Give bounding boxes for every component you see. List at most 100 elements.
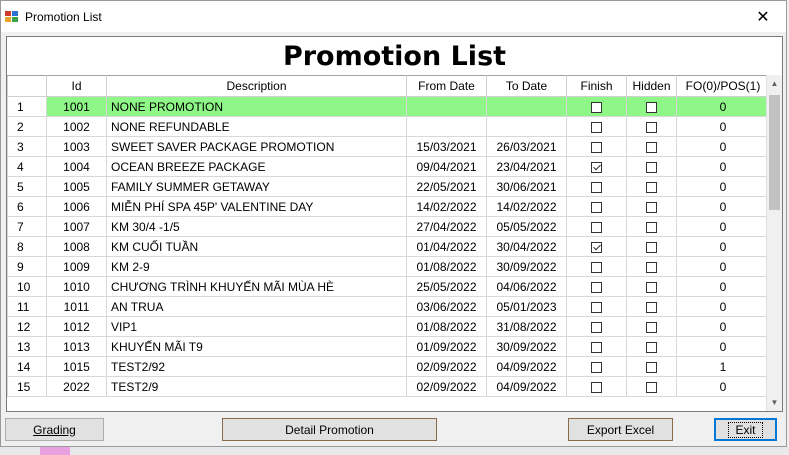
- cell-from-date[interactable]: [406, 116, 487, 137]
- table-row[interactable]: 14 1015 TEST2/92 02/09/2022 04/09/2022 1: [7, 356, 769, 377]
- table-row[interactable]: 1 1001 NONE PROMOTION 0: [7, 96, 769, 117]
- exit-button[interactable]: Exit: [714, 418, 777, 441]
- cell-description[interactable]: KM 2-9: [106, 256, 407, 277]
- row-number[interactable]: 7: [7, 216, 47, 237]
- cell-fo-pos[interactable]: 0: [676, 276, 769, 297]
- cell-to-date[interactable]: 04/09/2022: [486, 376, 567, 397]
- row-number[interactable]: 5: [7, 176, 47, 197]
- finish-checkbox[interactable]: [591, 261, 602, 273]
- hidden-checkbox[interactable]: [646, 201, 657, 213]
- cell-to-date[interactable]: [486, 116, 567, 137]
- finish-checkbox[interactable]: [591, 381, 602, 393]
- table-row[interactable]: 13 1013 KHUYẾN MÃI T9 01/09/2022 30/09/2022 0: [7, 336, 769, 357]
- cell-description[interactable]: KM 30/4 -1/5: [106, 216, 407, 237]
- table-row[interactable]: 6 1006 MIỄN PHÍ SPA 45P' VALENTINE DAY 14/0…: [7, 196, 769, 217]
- cell-from-date[interactable]: 09/04/2021: [406, 156, 487, 177]
- scroll-up-icon[interactable]: ▲: [767, 75, 782, 92]
- cell-to-date[interactable]: 23/04/2021: [486, 156, 567, 177]
- cell-id[interactable]: 1010: [46, 276, 107, 297]
- cell-fo-pos[interactable]: 1: [676, 356, 769, 377]
- close-icon[interactable]: ✕: [740, 1, 786, 32]
- cell-description[interactable]: SWEET SAVER PACKAGE PROMOTION: [106, 136, 407, 157]
- scroll-down-icon[interactable]: ▼: [767, 394, 782, 411]
- row-number[interactable]: 8: [7, 236, 47, 257]
- cell-from-date[interactable]: 01/08/2022: [406, 256, 487, 277]
- cell-to-date[interactable]: 30/04/2022: [486, 236, 567, 257]
- cell-description[interactable]: AN TRUA: [106, 296, 407, 317]
- cell-fo-pos[interactable]: 0: [676, 116, 769, 137]
- finish-checkbox[interactable]: [591, 301, 602, 313]
- table-row[interactable]: 9 1009 KM 2-9 01/08/2022 30/09/2022 0: [7, 256, 769, 277]
- cell-description[interactable]: NONE PROMOTION: [106, 96, 407, 117]
- cell-id[interactable]: 1004: [46, 156, 107, 177]
- cell-description[interactable]: NONE REFUNDABLE: [106, 116, 407, 137]
- table-row[interactable]: 11 1011 AN TRUA 03/06/2022 05/01/2023 0: [7, 296, 769, 317]
- row-number[interactable]: 1: [7, 96, 47, 117]
- hidden-checkbox[interactable]: [646, 321, 657, 333]
- col-header-fo-pos[interactable]: FO(0)/POS(1): [676, 75, 769, 97]
- cell-description[interactable]: KHUYẾN MÃI T9: [106, 336, 407, 357]
- cell-id[interactable]: 1007: [46, 216, 107, 237]
- finish-checkbox[interactable]: [591, 221, 602, 233]
- cell-id[interactable]: 1001: [46, 96, 107, 117]
- table-row[interactable]: 3 1003 SWEET SAVER PACKAGE PROMOTION 15/03/…: [7, 136, 769, 157]
- cell-fo-pos[interactable]: 0: [676, 236, 769, 257]
- cell-from-date[interactable]: 01/09/2022: [406, 336, 487, 357]
- cell-from-date[interactable]: 15/03/2021: [406, 136, 487, 157]
- cell-fo-pos[interactable]: 0: [676, 256, 769, 277]
- cell-id[interactable]: 1015: [46, 356, 107, 377]
- hidden-checkbox[interactable]: [646, 241, 657, 253]
- row-number[interactable]: 4: [7, 156, 47, 177]
- cell-fo-pos[interactable]: 0: [676, 316, 769, 337]
- finish-checkbox[interactable]: [591, 161, 602, 173]
- cell-id[interactable]: 1002: [46, 116, 107, 137]
- finish-checkbox[interactable]: [591, 101, 602, 113]
- cell-from-date[interactable]: 01/04/2022: [406, 236, 487, 257]
- hidden-checkbox[interactable]: [646, 161, 657, 173]
- cell-description[interactable]: TEST2/92: [106, 356, 407, 377]
- cell-to-date[interactable]: 04/09/2022: [486, 356, 567, 377]
- cell-description[interactable]: TEST2/9: [106, 376, 407, 397]
- hidden-checkbox[interactable]: [646, 361, 657, 373]
- col-header-id[interactable]: Id: [46, 75, 107, 97]
- cell-id[interactable]: 1006: [46, 196, 107, 217]
- cell-to-date[interactable]: 04/06/2022: [486, 276, 567, 297]
- finish-checkbox[interactable]: [591, 341, 602, 353]
- export-excel-button[interactable]: Export Excel: [568, 418, 673, 441]
- cell-fo-pos[interactable]: 0: [676, 376, 769, 397]
- row-number[interactable]: 14: [7, 356, 47, 377]
- cell-to-date[interactable]: 05/05/2022: [486, 216, 567, 237]
- cell-from-date[interactable]: 14/02/2022: [406, 196, 487, 217]
- cell-to-date[interactable]: [486, 96, 567, 117]
- cell-from-date[interactable]: 02/09/2022: [406, 376, 487, 397]
- table-row[interactable]: 4 1004 OCEAN BREEZE PACKAGE 09/04/2021 23/04…: [7, 156, 769, 177]
- finish-checkbox[interactable]: [591, 281, 602, 293]
- cell-to-date[interactable]: 30/06/2021: [486, 176, 567, 197]
- cell-to-date[interactable]: 30/09/2022: [486, 256, 567, 277]
- hidden-checkbox[interactable]: [646, 141, 657, 153]
- hidden-checkbox[interactable]: [646, 381, 657, 393]
- cell-fo-pos[interactable]: 0: [676, 296, 769, 317]
- finish-checkbox[interactable]: [591, 181, 602, 193]
- hidden-checkbox[interactable]: [646, 281, 657, 293]
- cell-id[interactable]: 1008: [46, 236, 107, 257]
- cell-to-date[interactable]: 30/09/2022: [486, 336, 567, 357]
- table-row[interactable]: 8 1008 KM CUỐI TUẦN 01/04/2022 30/04/2022 0: [7, 236, 769, 257]
- hidden-checkbox[interactable]: [646, 101, 657, 113]
- table-row[interactable]: 12 1012 VIP1 01/08/2022 31/08/2022 0: [7, 316, 769, 337]
- row-number[interactable]: 11: [7, 296, 47, 317]
- row-number[interactable]: 9: [7, 256, 47, 277]
- cell-id[interactable]: 1012: [46, 316, 107, 337]
- cell-description[interactable]: MIỄN PHÍ SPA 45P' VALENTINE DAY: [106, 196, 407, 217]
- table-row[interactable]: 10 1010 CHƯƠNG TRÌNH KHUYẾN MÃI MÙA HÈ 25/0…: [7, 276, 769, 297]
- cell-from-date[interactable]: [406, 96, 487, 117]
- cell-fo-pos[interactable]: 0: [676, 336, 769, 357]
- cell-fo-pos[interactable]: 0: [676, 136, 769, 157]
- table-row[interactable]: 15 2022 TEST2/9 02/09/2022 04/09/2022 0: [7, 376, 769, 397]
- cell-to-date[interactable]: 31/08/2022: [486, 316, 567, 337]
- cell-id[interactable]: 1005: [46, 176, 107, 197]
- row-number[interactable]: 2: [7, 116, 47, 137]
- finish-checkbox[interactable]: [591, 201, 602, 213]
- cell-id[interactable]: 1013: [46, 336, 107, 357]
- col-header-to-date[interactable]: To Date: [486, 75, 567, 97]
